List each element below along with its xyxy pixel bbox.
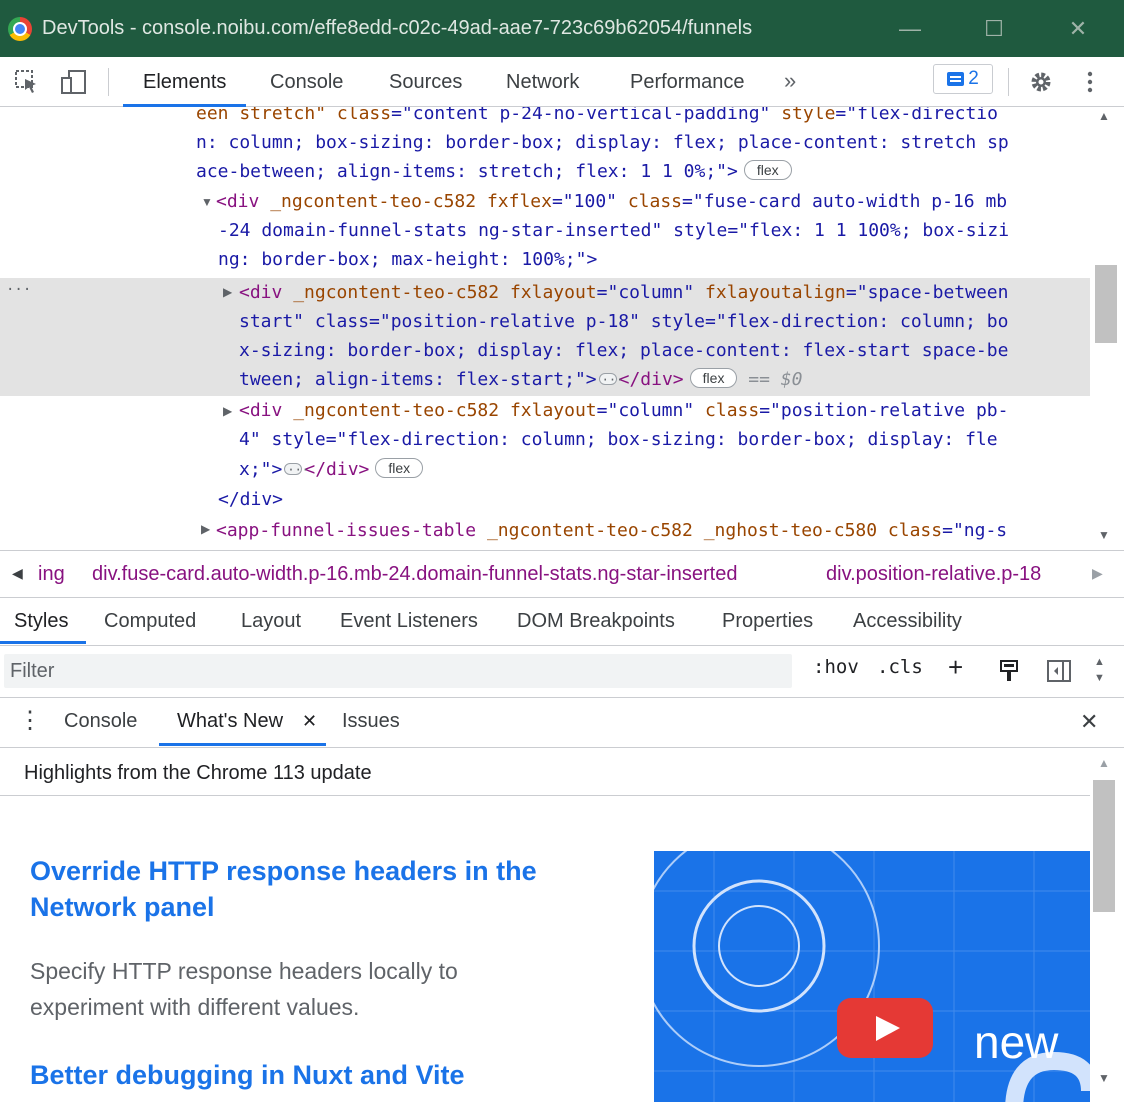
dom-line: tween; align-items: flex-start;"></div>f… bbox=[239, 365, 802, 395]
node-actions-dots[interactable]: ··· bbox=[6, 282, 31, 298]
breadcrumb-item[interactable]: ing bbox=[38, 563, 65, 586]
expand-triangle-icon[interactable]: ▶ bbox=[201, 522, 210, 536]
dom-line: x-sizing: border-box; display: flex; pla… bbox=[239, 340, 1009, 361]
pane-resize-icon[interactable]: ▲ ▼ bbox=[1094, 654, 1105, 686]
drawer-tabs: ⋮ Console What's New ✕ Issues ✕ bbox=[0, 698, 1124, 748]
element-state-paint-icon[interactable] bbox=[998, 659, 1020, 689]
tab-computed[interactable]: Computed bbox=[104, 610, 196, 633]
dom-line[interactable]: <div _ngcontent-teo-c582 fxlayout="colum… bbox=[239, 396, 1008, 426]
scrollbar-thumb[interactable] bbox=[1093, 780, 1115, 912]
tab-sources[interactable]: Sources bbox=[389, 57, 462, 107]
drawer-scrollbar[interactable]: ▲ ▼ bbox=[1090, 748, 1124, 1102]
scroll-up-icon[interactable]: ▲ bbox=[1098, 109, 1110, 123]
tab-accessibility[interactable]: Accessibility bbox=[853, 610, 962, 633]
chrome-logo-icon bbox=[8, 16, 32, 41]
dom-line: start" class="position-relative p-18" st… bbox=[239, 311, 1009, 332]
whats-new-header: Highlights from the Chrome 113 update bbox=[0, 748, 1090, 796]
dom-line: </div> bbox=[218, 489, 284, 510]
dom-tree-scrollbar[interactable]: ▲ ▼ bbox=[1090, 107, 1124, 550]
inspect-element-icon[interactable] bbox=[14, 69, 40, 95]
tab-properties[interactable]: Properties bbox=[722, 610, 813, 633]
breadcrumb-right-arrow-icon[interactable]: ▶ bbox=[1092, 565, 1103, 582]
scroll-down-icon[interactable]: ▼ bbox=[1098, 528, 1110, 542]
dom-tree[interactable]: ··· een stretch" class="content p-24-no-… bbox=[0, 107, 1124, 550]
dom-line[interactable]: <app-funnel-issues-table _ngcontent-teo-… bbox=[216, 516, 1007, 546]
dom-line: 4" style="flex-direction: column; box-si… bbox=[239, 429, 998, 450]
more-tabs-button[interactable]: » bbox=[784, 57, 796, 107]
issues-count-button[interactable]: 2 bbox=[933, 64, 993, 94]
flex-badge[interactable]: flex bbox=[743, 160, 792, 180]
filter-input[interactable]: Filter bbox=[4, 654, 792, 688]
collapse-triangle-icon[interactable]: ▼ bbox=[201, 195, 213, 209]
tab-layout[interactable]: Layout bbox=[241, 610, 301, 633]
issues-count: 2 bbox=[968, 68, 979, 89]
tab-elements[interactable]: Elements bbox=[122, 57, 247, 107]
dom-line: n: column; box-sizing: border-box; displ… bbox=[196, 132, 1009, 153]
hov-toggle-button[interactable]: :hov bbox=[813, 656, 859, 678]
breadcrumb-item[interactable]: div.fuse-card.auto-width.p-16.mb-24.doma… bbox=[92, 563, 738, 586]
dom-line: ng: border-box; max-height: 100%;"> bbox=[218, 249, 598, 270]
device-toolbar-icon[interactable] bbox=[60, 69, 86, 95]
whats-new-content: Override HTTP response headers in the Ne… bbox=[0, 797, 1090, 1102]
close-window-button[interactable]: ✕ bbox=[1048, 0, 1108, 57]
collapsed-content-icon[interactable] bbox=[598, 365, 623, 395]
promo-new-label: new bbox=[974, 1016, 1059, 1068]
message-icon bbox=[947, 72, 965, 86]
article-description: Specify HTTP response headers locally to… bbox=[30, 958, 458, 1020]
breadcrumb: ◀ ing div.fuse-card.auto-width.p-16.mb-2… bbox=[0, 550, 1124, 598]
chrome-113-promo-video[interactable]: new bbox=[654, 851, 1090, 1102]
flex-badge[interactable]: flex bbox=[689, 368, 738, 388]
expand-triangle-icon[interactable]: ▶ bbox=[223, 404, 232, 418]
dom-line: een stretch" class="content p-24-no-vert… bbox=[196, 107, 998, 124]
selected-node-marker: == $0 bbox=[748, 369, 803, 390]
close-drawer-icon[interactable]: ✕ bbox=[1080, 709, 1098, 735]
maximize-button[interactable]: ☐ bbox=[964, 0, 1024, 57]
tab-styles[interactable]: Styles bbox=[14, 610, 68, 633]
minimize-button[interactable]: — bbox=[880, 0, 940, 57]
styles-subtabs: Styles Computed Layout Event Listeners D… bbox=[0, 598, 1124, 646]
dom-line[interactable]: <div _ngcontent-teo-c582 fxflex="100" cl… bbox=[216, 187, 1007, 217]
active-drawer-tab-indicator bbox=[159, 743, 326, 746]
scroll-up-icon[interactable]: ▲ bbox=[1098, 756, 1110, 770]
new-style-rule-button[interactable]: + bbox=[948, 652, 963, 683]
active-tab-indicator bbox=[0, 641, 86, 644]
settings-gear-icon[interactable] bbox=[1028, 69, 1054, 95]
breadcrumb-left-arrow-icon[interactable]: ◀ bbox=[12, 565, 23, 582]
scrollbar-thumb[interactable] bbox=[1095, 265, 1117, 343]
cls-toggle-button[interactable]: .cls bbox=[877, 656, 923, 678]
window-title: DevTools - console.noibu.com/effe8edd-c0… bbox=[42, 17, 753, 39]
dom-line[interactable]: <div _ngcontent-teo-c582 fxlayout="colum… bbox=[239, 278, 1008, 308]
tab-console[interactable]: Console bbox=[270, 57, 343, 107]
drawer-tab-whats-new[interactable]: What's New bbox=[177, 710, 283, 733]
tab-network[interactable]: Network bbox=[506, 57, 579, 107]
tab-event-listeners[interactable]: Event Listeners bbox=[340, 610, 478, 633]
expand-triangle-icon[interactable]: ▶ bbox=[223, 285, 232, 299]
window-titlebar: DevTools - console.noibu.com/effe8edd-c0… bbox=[0, 0, 1124, 57]
flex-badge[interactable]: flex bbox=[375, 458, 424, 478]
dom-line: x;"></div>flex bbox=[239, 455, 424, 485]
drawer-tab-issues[interactable]: Issues bbox=[342, 710, 400, 733]
dom-line: -24 domain-funnel-stats ng-star-inserted… bbox=[218, 220, 1010, 241]
breadcrumb-item[interactable]: div.position-relative.p-18 bbox=[826, 563, 1041, 586]
customize-menu-icon[interactable] bbox=[1080, 69, 1106, 95]
styles-filter-bar: Filter :hov .cls + ▲ ▼ bbox=[0, 646, 1124, 698]
drawer-tab-console[interactable]: Console bbox=[64, 710, 137, 733]
article-title-link[interactable]: Better debugging in Nuxt and Vite bbox=[30, 1057, 610, 1093]
tab-dom-breakpoints[interactable]: DOM Breakpoints bbox=[517, 610, 675, 633]
tab-performance[interactable]: Performance bbox=[630, 57, 745, 107]
dom-line: ace-between; align-items: stretch; flex:… bbox=[196, 157, 792, 187]
toggle-sidebar-icon[interactable] bbox=[1046, 658, 1072, 690]
close-tab-icon[interactable]: ✕ bbox=[302, 711, 317, 732]
article-title-link[interactable]: Override HTTP response headers in the Ne… bbox=[30, 853, 610, 925]
collapsed-content-icon[interactable] bbox=[284, 455, 309, 485]
drawer-menu-icon[interactable]: ⋮ bbox=[18, 706, 42, 735]
scroll-down-icon[interactable]: ▼ bbox=[1098, 1071, 1110, 1085]
